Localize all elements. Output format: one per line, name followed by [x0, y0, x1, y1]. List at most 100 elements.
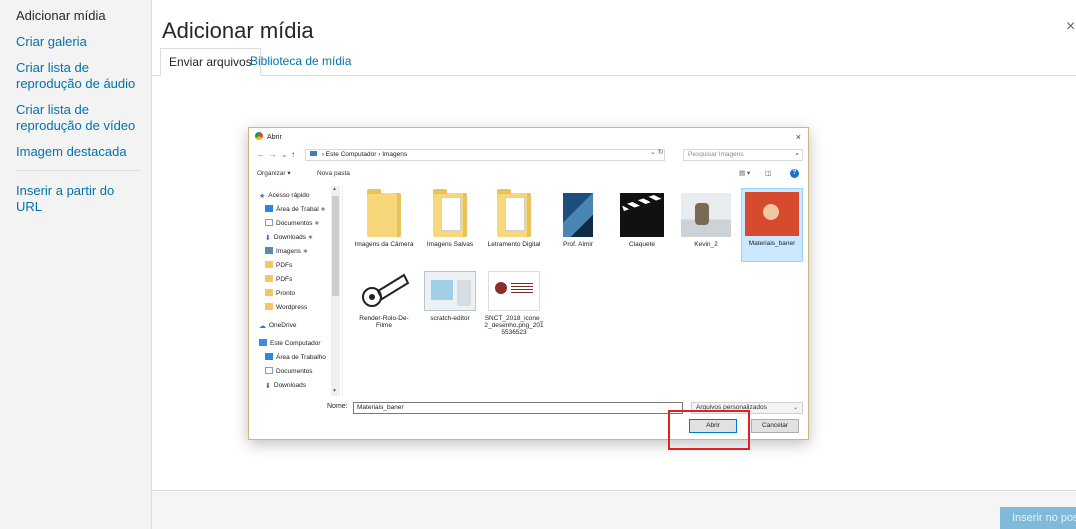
tab-media-library[interactable]: Biblioteca de mídia — [242, 48, 359, 76]
breadcrumb-separator: › — [321, 151, 324, 158]
sidebar-separator — [16, 170, 140, 171]
address-row: ← → ⌄ ↑ › Este Computador › Imagens ⌄ ↻ … — [255, 148, 803, 162]
folder-icon — [433, 189, 467, 237]
file-item-claquete[interactable]: Claquete — [611, 190, 673, 248]
nav-label: PDFs — [276, 262, 293, 269]
search-icon: ⌕ — [795, 151, 799, 158]
file-item-materiais-baner[interactable]: Materiais_baner — [741, 188, 803, 262]
nav-documents-pinned[interactable]: Documentos ✱ — [265, 218, 319, 230]
search-input[interactable]: Pesquisar Imagens ⌕ — [683, 149, 803, 161]
file-list: Imagens da Câmera Imagens Salvas Letrame… — [349, 186, 805, 401]
file-item-camera-roll[interactable]: Imagens da Câmera — [353, 189, 415, 248]
file-type-value: Arquivos personalizados — [696, 404, 767, 411]
recent-locations-icon[interactable]: ⌄ — [281, 148, 288, 162]
search-placeholder: Pesquisar Imagens — [688, 151, 744, 158]
file-label: scratch-editor — [430, 315, 470, 322]
nav-desktop-pinned[interactable]: Área de Trabal ✱ — [265, 204, 325, 216]
dialog-title-text: Abrir — [267, 134, 282, 141]
file-item-scratch-editor[interactable]: scratch-editor — [419, 268, 481, 322]
file-label: Imagens Salvas — [426, 241, 474, 248]
sidebar-item-create-gallery[interactable]: Criar galeria — [16, 34, 140, 50]
address-bar[interactable]: › Este Computador › Imagens — [305, 149, 665, 161]
file-item-snct-2018[interactable]: SNCT_2018_icone_2_desenho.png_2015536523 — [483, 268, 545, 336]
nav-folder-pdfs[interactable]: PDFs — [265, 260, 292, 272]
organize-menu[interactable]: Organizar ▾ — [257, 168, 291, 180]
nav-pictures-pinned[interactable]: Imagens ✱ — [265, 246, 308, 258]
nav-documents[interactable]: Documentos — [265, 366, 313, 378]
nav-desktop[interactable]: Área de Trabalho — [265, 352, 326, 364]
media-modal-sidebar: Adicionar mídia Criar galeria Criar list… — [0, 0, 152, 529]
scroll-down-icon[interactable]: ▼ — [332, 388, 337, 394]
modal-footer — [152, 490, 1076, 529]
image-thumbnail — [745, 192, 799, 236]
sidebar-item-add-media[interactable]: Adicionar mídia — [16, 8, 140, 24]
chevron-down-icon: ⌄ — [792, 405, 798, 411]
nav-this-pc[interactable]: Este Computador — [259, 338, 321, 350]
file-label: Prof. Almir — [563, 241, 593, 248]
scroll-thumb[interactable] — [332, 196, 339, 296]
file-label: Render-Rolo-De-Filme — [359, 315, 409, 329]
clapperboard-thumbnail — [620, 193, 664, 237]
pin-icon: ✱ — [308, 235, 313, 241]
star-icon: ★ — [259, 193, 266, 200]
file-item-kevin-2[interactable]: Kevin_2 — [675, 190, 737, 248]
nav-downloads[interactable]: ⬇ Downloads — [265, 380, 306, 392]
file-type-select[interactable]: Arquivos personalizados ⌄ — [691, 402, 803, 414]
forward-icon[interactable]: → — [269, 148, 277, 162]
pin-icon: ✱ — [314, 221, 320, 227]
nav-folder-wordpress[interactable]: Wordpress — [265, 302, 307, 314]
file-label: Kevin_2 — [694, 241, 718, 248]
file-label: Letramento Digital — [487, 241, 541, 248]
dialog-title: Abrir — [255, 132, 282, 144]
help-icon[interactable]: ? — [790, 169, 799, 178]
nav-label: Wordpress — [276, 304, 308, 311]
breadcrumb-this-pc[interactable]: Este Computador — [326, 151, 377, 158]
sidebar-item-insert-from-url[interactable]: Inserir a partir do URL — [16, 183, 140, 215]
nav-downloads-pinned[interactable]: ⬇ Downloads ✱ — [265, 232, 313, 244]
filename-input[interactable]: Materiais_baner — [353, 402, 683, 414]
dialog-toolbar: Organizar ▾ Nova pasta ▤ ▾ ◫ ? — [255, 168, 803, 180]
nav-folder-pdfs-2[interactable]: PDFs — [265, 274, 292, 286]
nav-quick-access[interactable]: ★ Acesso rápido — [259, 190, 309, 202]
nav-scrollbar[interactable]: ▲ ▼ — [331, 186, 340, 396]
desktop-icon — [265, 353, 273, 360]
wordpress-media-modal: Adicionar mídia Criar galeria Criar list… — [0, 0, 1076, 529]
sidebar-item-featured-image[interactable]: Imagem destacada — [16, 144, 140, 160]
file-item-prof-almir[interactable]: Prof. Almir — [547, 190, 609, 248]
nav-label: Documentos — [276, 220, 313, 227]
dialog-close-icon[interactable]: × — [796, 132, 801, 142]
scroll-up-icon[interactable]: ▲ — [332, 186, 337, 192]
nav-label: Downloads — [273, 234, 307, 241]
image-thumbnail — [681, 193, 731, 237]
breadcrumb-pictures[interactable]: Imagens — [382, 151, 407, 158]
sidebar-item-video-playlist[interactable]: Criar lista de reprodução de vídeo — [16, 102, 140, 134]
open-button[interactable]: Abrir — [689, 419, 737, 433]
nav-label: Downloads — [273, 382, 307, 389]
download-icon: ⬇ — [265, 383, 271, 390]
modal-close-icon[interactable]: × — [1066, 18, 1076, 36]
nav-label: Acesso rápido — [268, 192, 310, 199]
file-label: Materiais_baner — [748, 240, 796, 247]
nav-label: Imagens — [276, 248, 301, 255]
new-folder-button[interactable]: Nova pasta — [317, 168, 350, 180]
up-icon[interactable]: ↑ — [291, 148, 295, 162]
nav-folder-pronto[interactable]: Pronto — [265, 288, 295, 300]
view-options-icon[interactable]: ▤ ▾ — [739, 168, 750, 180]
file-item-letramento-digital[interactable]: Letramento Digital — [483, 189, 545, 248]
refresh-icon[interactable]: ⌄ ↻ — [650, 148, 664, 156]
file-item-render-rolo[interactable]: Render-Rolo-De-Filme — [353, 268, 415, 329]
file-label: Imagens da Câmera — [354, 241, 414, 248]
cancel-button[interactable]: Cancelar — [751, 419, 799, 433]
open-file-dialog: Abrir × ← → ⌄ ↑ › Este Computador › Imag… — [248, 127, 809, 440]
insert-into-post-button[interactable]: Inserir no post — [1000, 507, 1076, 529]
nav-onedrive[interactable]: ☁ OneDrive — [259, 320, 296, 332]
film-reel-thumbnail — [358, 271, 410, 311]
preview-pane-icon[interactable]: ◫ — [765, 168, 771, 180]
documents-icon — [265, 219, 273, 226]
back-icon[interactable]: ← — [257, 148, 265, 162]
image-thumbnail — [488, 271, 540, 311]
sidebar-item-audio-playlist[interactable]: Criar lista de reprodução de áudio — [16, 60, 140, 92]
modal-title: Adicionar mídia — [162, 18, 314, 43]
file-item-saved-pictures[interactable]: Imagens Salvas — [419, 189, 481, 248]
cloud-icon: ☁ — [259, 323, 266, 330]
